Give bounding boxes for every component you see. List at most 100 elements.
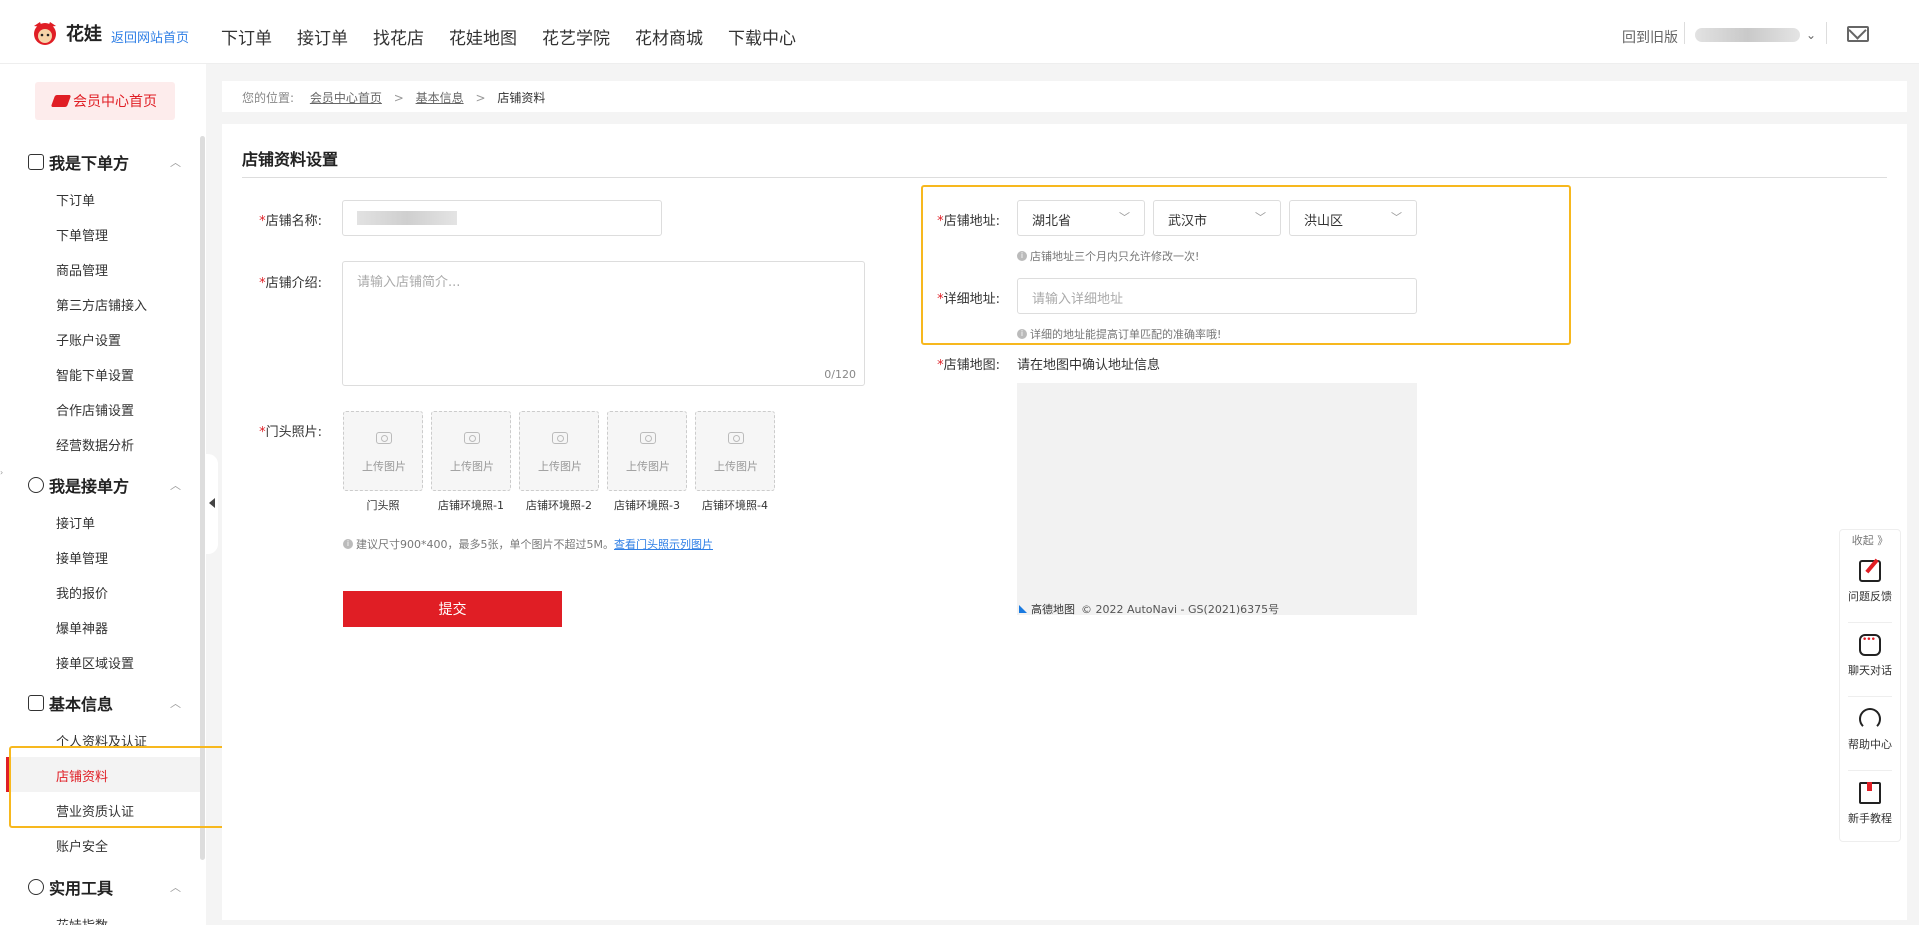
upload-env-photo-4[interactable]: 上传图片 xyxy=(695,411,775,491)
highlight-box-address xyxy=(921,185,1571,345)
top-bar: 花娃 返回网站首页 下订单 接订单 找花店 花娃地图 花艺学院 花材商城 下载中… xyxy=(0,0,1919,64)
photo-caption: 店铺环境照-2 xyxy=(526,499,592,512)
nav-download-center[interactable]: 下载中心 xyxy=(728,24,796,49)
group-title: 我是接单方 xyxy=(49,477,130,496)
book-icon xyxy=(1859,782,1881,804)
mail-icon[interactable] xyxy=(1847,26,1869,42)
toolbar-divider xyxy=(1848,696,1892,697)
page-title: 店铺资料设置 xyxy=(242,150,339,169)
chart-icon xyxy=(28,154,44,170)
intro-char-counter: 0/120 xyxy=(824,368,856,381)
sidebar-item-smart-order[interactable]: 智能下单设置 xyxy=(56,365,134,384)
camera-icon xyxy=(464,432,480,444)
upload-env-photo-3[interactable]: 上传图片 xyxy=(607,411,687,491)
breadcrumb-member-home[interactable]: 会员中心首页 xyxy=(310,91,382,105)
logo[interactable]: 花娃 xyxy=(28,18,102,48)
sidebar-item-third-party[interactable]: 第三方店铺接入 xyxy=(56,295,147,314)
photo-example-link[interactable]: 查看门头照示列图片 xyxy=(614,536,713,552)
shop-intro-textarea[interactable]: 请输入店铺简介... 0/120 xyxy=(342,261,865,386)
breadcrumb-prefix: 您的位置: xyxy=(242,91,295,105)
left-edge-arrow-icon: › xyxy=(0,468,4,477)
sidebar-item-sub-accounts[interactable]: 子账户设置 xyxy=(56,330,121,349)
group-tools[interactable]: 实用工具 ︿ xyxy=(28,875,181,899)
nav-floral-academy[interactable]: 花艺学院 xyxy=(542,24,610,49)
help-center-button[interactable]: 帮助中心 xyxy=(1840,708,1900,752)
sidebar-collapse-handle[interactable] xyxy=(206,454,218,554)
breadcrumb-separator: > xyxy=(393,91,404,105)
sidebar-item-receive-manage[interactable]: 接单管理 xyxy=(56,548,108,567)
sidebar-item-products[interactable]: 商品管理 xyxy=(56,260,108,279)
photo-hint: i 建议尺寸900*400，最多5张，单个图片不超过5M。 查看门头照示列图片 xyxy=(343,536,713,552)
photo-caption: 店铺环境照-4 xyxy=(702,499,768,512)
shop-map[interactable]: 高德地图 © 2022 AutoNavi - GS(2021)6375号 xyxy=(1017,383,1417,615)
title-divider xyxy=(242,177,1887,178)
submit-button[interactable]: 提交 xyxy=(343,591,562,627)
username-redacted xyxy=(1695,28,1800,42)
breadcrumb-basic-info[interactable]: 基本信息 xyxy=(416,91,464,105)
feedback-icon xyxy=(1859,560,1881,582)
logo-text: 花娃 xyxy=(66,24,102,45)
floating-toolbar: 收起 》 问题反馈 聊天对话 帮助中心 新手教程 xyxy=(1839,529,1901,842)
receive-icon xyxy=(28,477,44,493)
nav-take-order[interactable]: 接订单 xyxy=(297,24,348,49)
sidebar-item-place-order[interactable]: 下订单 xyxy=(56,190,95,209)
group-ordering[interactable]: 我是下单方 ︿ xyxy=(28,150,181,174)
nav-place-order[interactable]: 下订单 xyxy=(221,24,272,49)
upload-env-photo-1[interactable]: 上传图片 xyxy=(431,411,511,491)
sidebar-item-partner-shops[interactable]: 合作店铺设置 xyxy=(56,400,134,419)
highlight-box-sidebar xyxy=(9,746,245,828)
shop-map-label: *店铺地图: xyxy=(937,358,1000,373)
chevron-down-icon: ⌄ xyxy=(1806,28,1817,42)
headset-icon xyxy=(1859,708,1881,730)
camera-icon xyxy=(552,432,568,444)
camera-icon xyxy=(640,432,656,444)
map-instruction: 请在地图中确认地址信息 xyxy=(1017,358,1161,373)
user-menu[interactable]: ⌄ xyxy=(1695,28,1816,42)
old-version-link[interactable]: 回到旧版 xyxy=(1622,27,1678,47)
feedback-button[interactable]: 问题反馈 xyxy=(1840,560,1900,604)
group-receiving[interactable]: 我是接单方 ︿ xyxy=(28,473,181,497)
sidebar-item-order-manage[interactable]: 下单管理 xyxy=(56,225,108,244)
sidebar-item-analytics[interactable]: 经营数据分析 xyxy=(56,435,134,454)
map-attribution: 高德地图 © 2022 AutoNavi - GS(2021)6375号 xyxy=(1019,601,1279,615)
header-divider xyxy=(1684,22,1685,44)
chevron-up-icon: ︿ xyxy=(170,881,181,894)
collapse-toolbar-button[interactable]: 收起 》 xyxy=(1840,532,1900,548)
nav-flower-mall[interactable]: 花材商城 xyxy=(635,24,703,49)
upload-storefront-photo[interactable]: 上传图片 xyxy=(343,411,423,491)
storefront-photo-label: *门头照片: xyxy=(259,425,322,440)
sidebar-item-security[interactable]: 账户安全 xyxy=(56,836,108,855)
shop-name-input[interactable] xyxy=(342,200,662,236)
sidebar-item-my-quotes[interactable]: 我的报价 xyxy=(56,583,108,602)
home-link[interactable]: 返回网站首页 xyxy=(111,27,189,46)
sidebar-item-area-settings[interactable]: 接单区域设置 xyxy=(56,653,134,672)
shop-name-redacted xyxy=(357,211,457,225)
camera-icon xyxy=(728,432,744,444)
chat-button[interactable]: 聊天对话 xyxy=(1840,634,1900,678)
group-basic-info[interactable]: 基本信息 ︿ xyxy=(28,691,181,715)
nav-find-florist[interactable]: 找花店 xyxy=(373,24,424,49)
main-nav: 下订单 接订单 找花店 花娃地图 花艺学院 花材商城 下载中心 xyxy=(221,24,821,49)
member-home-button[interactable]: 会员中心首页 xyxy=(35,82,175,120)
upload-env-photo-2[interactable]: 上传图片 xyxy=(519,411,599,491)
gear-icon xyxy=(28,879,44,895)
sidebar-item-index[interactable]: 花娃指数 xyxy=(56,915,108,925)
breadcrumb-current: 店铺资料 xyxy=(497,91,546,105)
chevron-up-icon: ︿ xyxy=(170,156,181,169)
sidebar-item-boost-tool[interactable]: 爆单神器 xyxy=(56,618,108,637)
breadcrumb: 您的位置: 会员中心首页 > 基本信息 > 店铺资料 xyxy=(222,81,1907,112)
photo-caption: 门头照 xyxy=(366,499,400,512)
nav-flower-map[interactable]: 花娃地图 xyxy=(449,24,517,49)
chevron-up-icon: ︿ xyxy=(170,479,181,492)
shop-intro-label: *店铺介绍: xyxy=(259,276,322,291)
layers-icon xyxy=(50,95,72,107)
shop-name-label: *店铺名称: xyxy=(259,214,322,229)
tutorial-button[interactable]: 新手教程 xyxy=(1840,782,1900,826)
camera-icon xyxy=(376,432,392,444)
group-title: 基本信息 xyxy=(49,695,114,714)
chevron-up-icon: ︿ xyxy=(170,697,181,710)
sidebar-item-take-order[interactable]: 接订单 xyxy=(56,513,95,532)
photo-caption: 店铺环境照-3 xyxy=(614,499,680,512)
chat-icon xyxy=(1859,634,1881,656)
toolbar-divider xyxy=(1848,770,1892,771)
